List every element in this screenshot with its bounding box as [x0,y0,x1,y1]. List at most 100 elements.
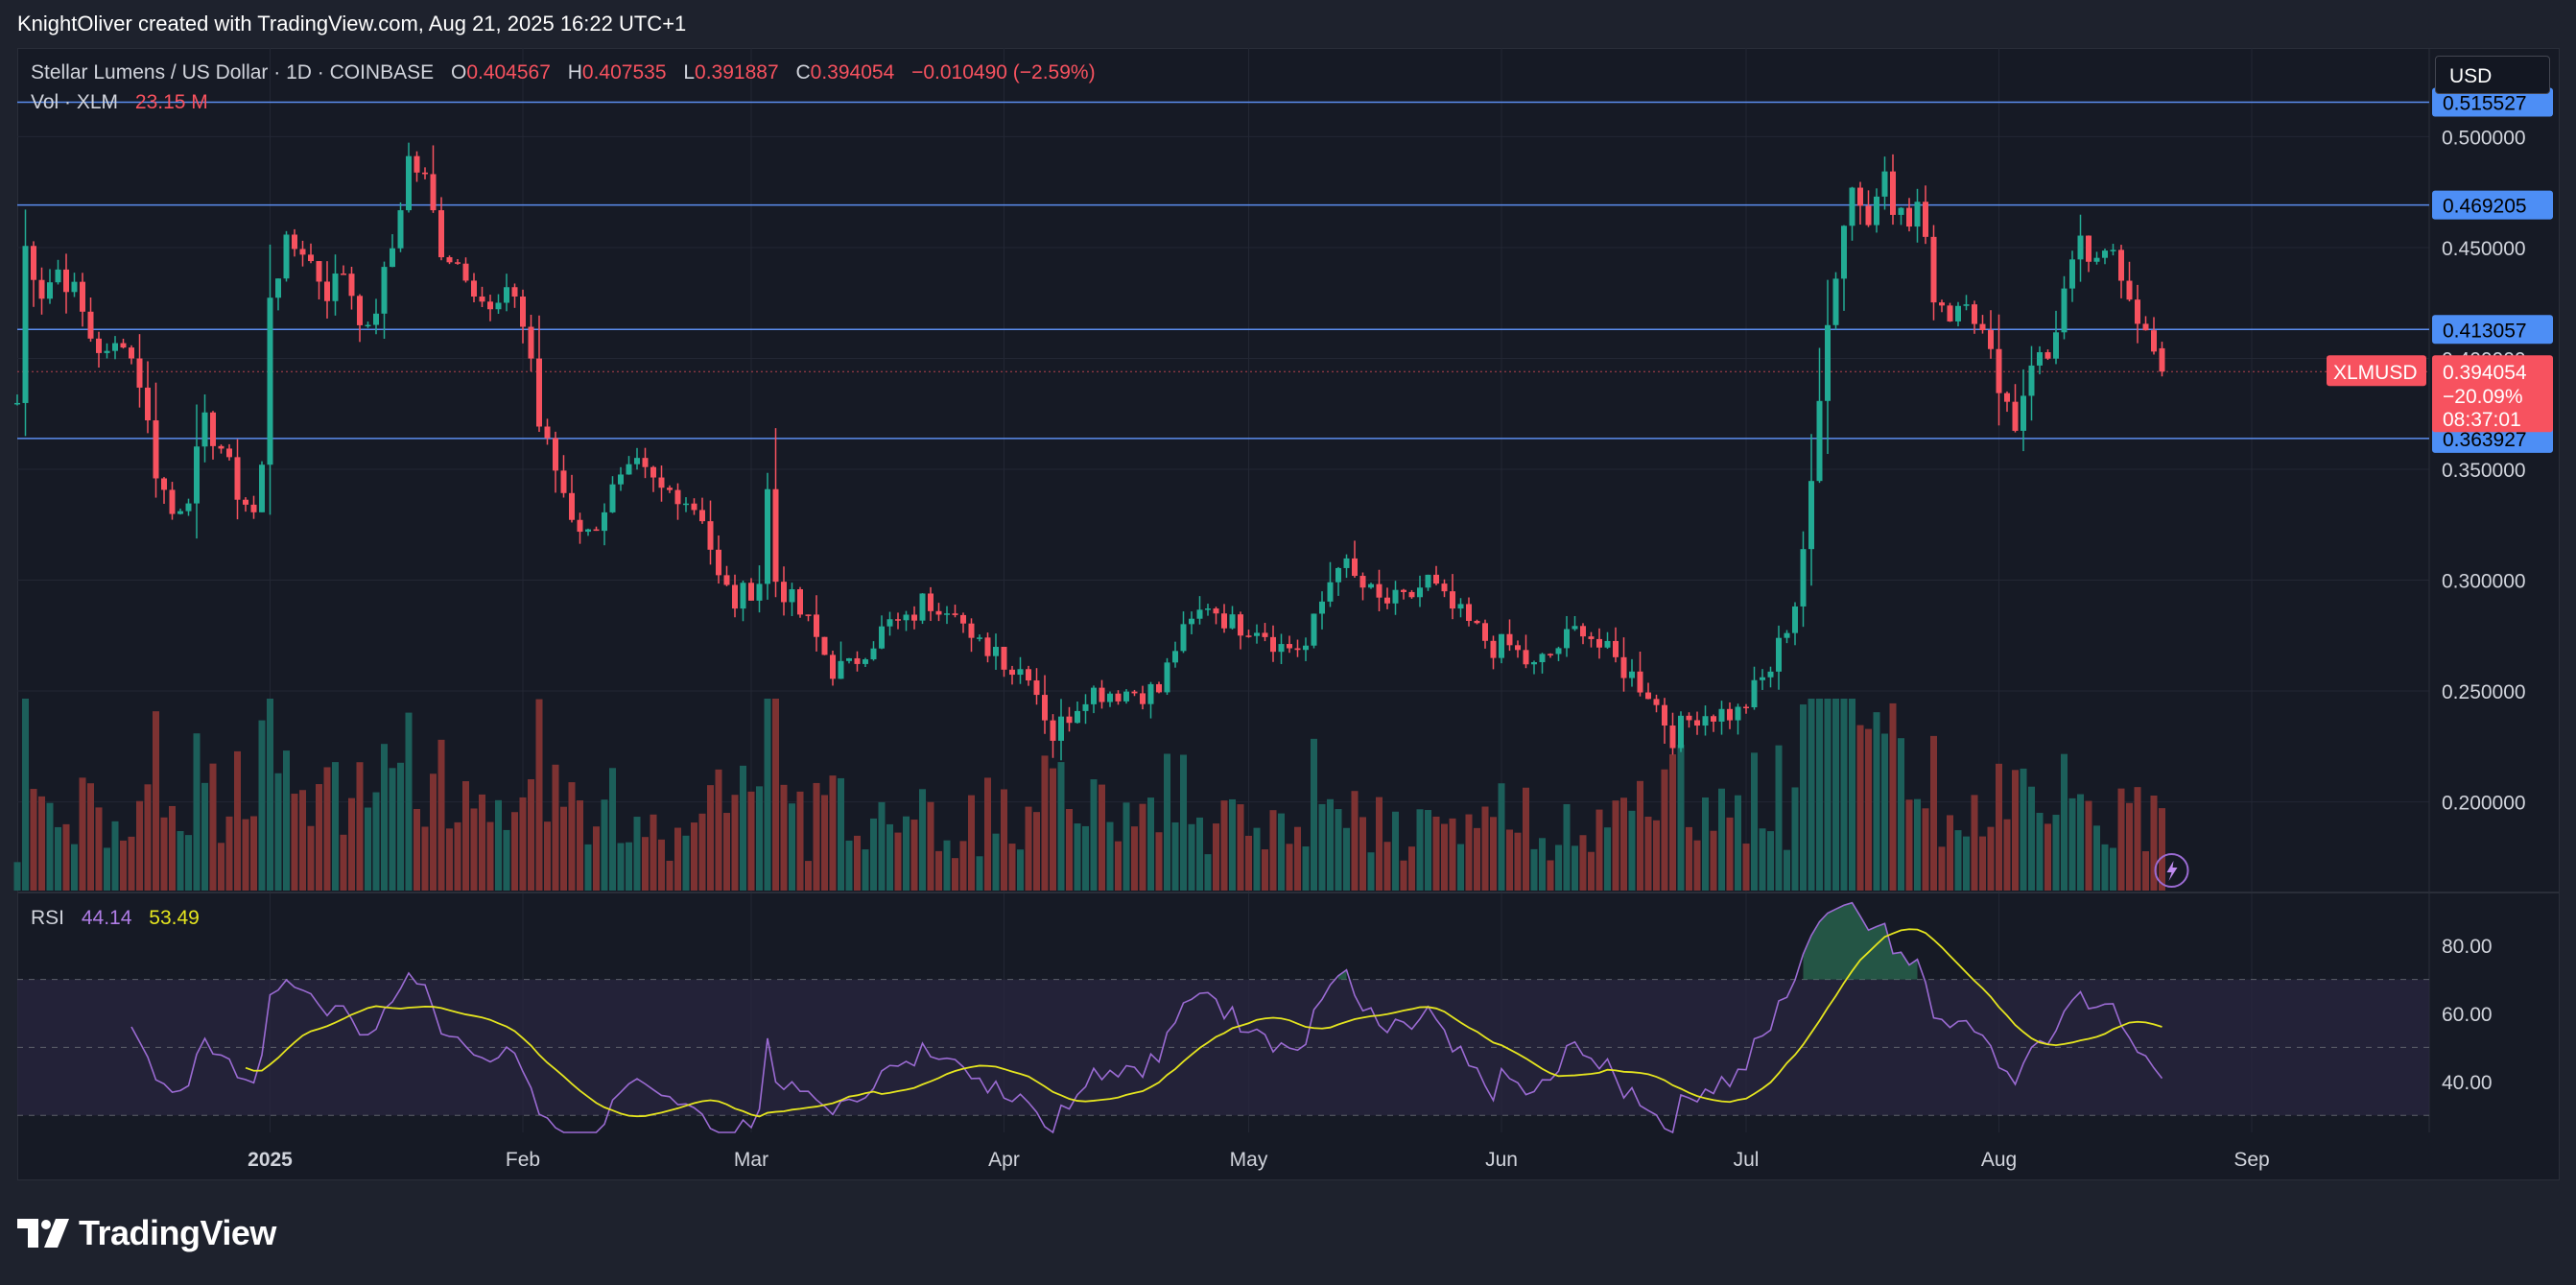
volume-bar [437,739,445,891]
last-price-change: −20.09% [2443,386,2523,408]
volume-bar [1971,795,1978,891]
horizontal-lines[interactable] [17,101,2429,440]
volume-bar [1335,809,1342,891]
volume-bar [486,821,494,891]
candle-body [1939,302,1945,306]
candle-body [283,234,290,279]
volume-bar [1661,769,1668,891]
volume-bar [1914,798,1921,891]
volume-label: Vol · XLM [31,91,119,113]
volume-bar [584,844,592,891]
bar-countdown: 08:37:01 [2443,409,2521,431]
volume-bar [299,790,306,891]
candle-body [1776,637,1782,672]
volume-bar [1898,738,1904,891]
candle-body [2021,395,2026,431]
change-value: −0.010490 (−2.59%) [911,61,1096,83]
candle-body [1686,715,1692,721]
candle-body [1963,304,1970,306]
volume-bar [1311,738,1317,891]
candle-body [201,412,208,447]
time-tick-label: Apr [988,1149,1020,1171]
candle-body [2151,330,2157,352]
volume-bar [1832,699,1839,891]
candle-body [1629,671,1635,678]
candle-body [1425,574,1431,588]
open-value: 0.404567 [466,61,551,83]
candle-body [1359,576,1366,588]
rsi-ma-value: 53.49 [149,907,200,929]
volume-bar [381,744,388,891]
candle-body [821,636,828,655]
volume-bar [1408,846,1415,891]
volume-bar [1392,811,1399,891]
volume-bar [454,821,461,891]
volume-bar [2159,808,2165,891]
volume-bar [1286,844,1293,891]
candle-body [1075,710,1080,724]
volume-bar [568,782,576,891]
candle-body [593,529,600,532]
candle-body [699,510,705,522]
volume-bar [22,699,29,891]
volume-bar [1506,829,1513,891]
candle-body [1515,645,1521,651]
volume-bar [1530,848,1538,891]
volume-bar [731,795,739,891]
candle-body [1066,716,1073,724]
currency-button[interactable]: USD [2435,56,2550,94]
candle-body [1662,704,1667,726]
volume-bar [1245,835,1252,891]
volume-bar [479,794,485,891]
hline-price-label: 0.469205 [2443,196,2527,218]
volume-bar [185,835,192,891]
candle-body [1588,636,1595,639]
volume-bar [992,833,1000,891]
volume-bar [805,861,812,891]
candle-body [1376,583,1383,598]
volume-bar [1498,783,1505,891]
candle-body [341,274,346,275]
close-value: 0.394054 [810,61,895,83]
candle-body [1718,708,1725,722]
candle-body [226,448,232,458]
volume-bars [13,699,2165,891]
candle-body [430,174,437,211]
volume-bar [356,762,364,891]
volume-bar [740,765,746,891]
candle-body [1262,632,1268,637]
candle-body [308,254,314,262]
volume-bar [821,795,828,891]
candle-body [642,458,649,467]
volume-bar [544,821,551,891]
volume-bar [446,828,453,891]
candle-body [1955,305,1961,321]
candle-body [1196,609,1203,619]
volume-bar [136,800,143,891]
volume-bar [1572,845,1578,891]
candle-body [1107,693,1113,702]
candle-body [87,311,94,339]
volume-bar [1188,823,1195,891]
candle-body [1238,614,1243,636]
candle-body [935,610,942,615]
volume-bar [1449,818,1456,891]
candle-body [1678,715,1684,749]
candle-body [1669,725,1676,749]
candle-body [1555,648,1562,654]
volume-bar [1800,704,1807,891]
chart-canvas[interactable]: 0.5000000.4500000.4000000.3500000.300000… [0,0,2576,1285]
candle-body [1881,171,1888,197]
candle-body [1058,716,1064,741]
candle-body [250,504,257,512]
volume-bar [780,784,788,891]
volume-bar [421,826,429,891]
time-tick-label: Jun [1485,1149,1518,1171]
candle-body [299,249,306,255]
volume-bar [772,699,779,891]
volume-bar [1302,846,1310,891]
candle-body [1531,661,1537,665]
volume-bar [462,781,469,891]
candle-body [560,470,567,493]
candle-body [667,488,673,490]
